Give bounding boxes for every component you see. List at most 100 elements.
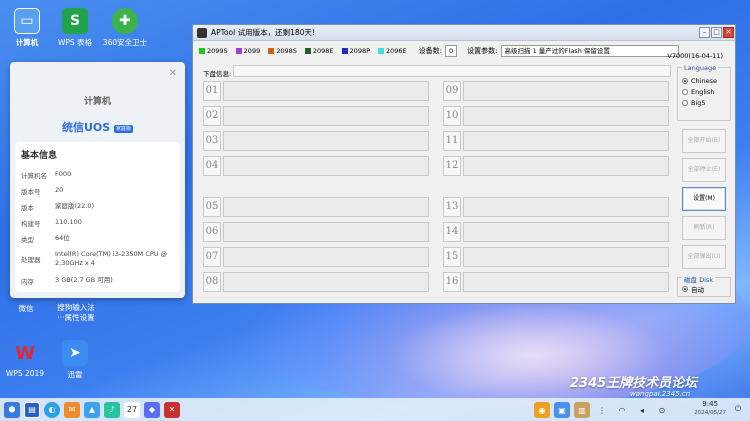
- wifi-icon[interactable]: ◠: [614, 402, 630, 418]
- legend-item: 2098S: [268, 47, 297, 55]
- desktop-icon-wps-sheets[interactable]: S WPS 表格: [50, 8, 100, 48]
- taskbar: ⬢ ▤ ◐ ✉ ▲ ♪ 27 ◆ ✕ ◉ ▣ ▥ ⋮ ◠ ◂ ⊙ 9:45 20…: [0, 398, 750, 421]
- disk-info-field: [233, 65, 671, 77]
- clock-date: 2024/05/27: [694, 410, 726, 416]
- desktop-icon-label: 360安全卫士: [102, 38, 148, 47]
- desktop-icon-computer[interactable]: ▭ 计算机: [2, 8, 52, 48]
- port-slot[interactable]: 12: [443, 156, 669, 176]
- device-count-field: 0: [445, 45, 458, 57]
- wps-w-icon: W: [15, 342, 35, 364]
- desktop-icon-360[interactable]: ✚ 360安全卫士: [100, 8, 150, 48]
- system-tray: ◉ ▣ ▥ ⋮ ◠ ◂ ⊙: [530, 402, 670, 418]
- legend-item: 2099S: [199, 47, 228, 55]
- volume-icon[interactable]: ◂: [634, 402, 650, 418]
- port-slot[interactable]: 06: [203, 222, 429, 242]
- desktop-icon-label: WPS 表格: [57, 38, 93, 47]
- grid-icon[interactable]: ⋮: [594, 402, 610, 418]
- port-slot[interactable]: 03: [203, 131, 429, 151]
- version-label: V7000(16-04-11): [667, 52, 723, 60]
- desktop-icon-wps2019[interactable]: W WPS 2019: [0, 340, 50, 379]
- desktop-icon-wechat[interactable]: 微信: [8, 303, 44, 314]
- port-slot[interactable]: 11: [443, 131, 669, 151]
- disk-info-label: 下盘信息:: [203, 70, 232, 78]
- app-store-icon[interactable]: ◆: [144, 401, 160, 418]
- music-icon[interactable]: ♪: [104, 401, 120, 418]
- tray-usb-icon[interactable]: ▥: [574, 402, 590, 418]
- port-slot[interactable]: 01: [203, 81, 429, 101]
- monitor-icon: ▭: [14, 8, 40, 34]
- settings-button[interactable]: 设置(M): [682, 187, 726, 211]
- info-row: 计算机名 F000: [21, 170, 72, 180]
- radio-big5[interactable]: Big5: [682, 99, 730, 107]
- port-slot[interactable]: 13: [443, 197, 669, 217]
- port-slot[interactable]: 09: [443, 81, 669, 101]
- photos-icon[interactable]: ▲: [84, 401, 100, 418]
- info-row: 类型 64位: [21, 234, 70, 244]
- launcher-icon[interactable]: ⬢: [4, 401, 20, 418]
- stop-all-button[interactable]: 全部停止(E): [682, 158, 726, 182]
- aptool-taskbar-icon[interactable]: ✕: [164, 401, 180, 418]
- browser-icon[interactable]: ◐: [44, 401, 60, 418]
- forum-watermark: 2345王牌技术员论坛 wangpai.2345.cn: [570, 372, 698, 398]
- legend-item: 2098E: [304, 47, 334, 55]
- port-slot[interactable]: 15: [443, 247, 669, 267]
- watermark-brand: 2345王牌技术员论坛: [570, 376, 698, 391]
- aptool-window: APTool 试用版本，还剩180天! – □ ✕ 2099S 2099 209…: [192, 24, 736, 304]
- notification-icon[interactable]: ⊙: [654, 402, 670, 418]
- port-slot[interactable]: 08: [203, 272, 429, 292]
- desktop-icon-thunder[interactable]: ➤ 迅雷: [50, 340, 100, 380]
- watermark-url: wangpai.2345.cn: [630, 390, 691, 398]
- tray-app-icon[interactable]: ◉: [534, 402, 550, 418]
- refresh-button[interactable]: 刷新(R): [682, 216, 726, 240]
- radio-auto[interactable]: 自动: [682, 284, 730, 294]
- uos-logo: 统信UOS 家庭版: [10, 119, 185, 135]
- disk-group-title: 磁盘 Disk: [682, 274, 716, 284]
- calendar-icon[interactable]: 27: [124, 401, 140, 418]
- radio-chinese[interactable]: Chinese: [682, 77, 730, 85]
- port-slot[interactable]: 10: [443, 106, 669, 126]
- port-slot[interactable]: 04: [203, 156, 429, 176]
- port-slot[interactable]: 16: [443, 272, 669, 292]
- radio-english[interactable]: English: [682, 88, 730, 96]
- legend-item: 2099: [235, 47, 260, 55]
- language-title: Language: [682, 64, 719, 72]
- start-all-button[interactable]: 全部开始(B): [682, 129, 726, 153]
- bird-icon: ➤: [62, 340, 88, 366]
- section-heading: 基本信息: [21, 151, 58, 161]
- window-title: APTool 试用版本，还剩180天!: [211, 28, 315, 37]
- wps-sheets-icon: S: [62, 8, 88, 34]
- sysinfo-title: 计算机: [83, 97, 111, 107]
- uos-logo-text: 统信UOS: [61, 121, 111, 134]
- basic-info-card: 基本信息 计算机名 F000 版本号 20 版本 家庭版(22.0) 构建号 110.1…: [15, 142, 180, 292]
- app-icon: [197, 27, 207, 38]
- clock-time: 9:45: [702, 400, 719, 408]
- maximize-button[interactable]: □: [711, 27, 722, 38]
- info-row: 版本 家庭版(22.0): [21, 202, 95, 212]
- power-icon[interactable]: ⏻: [730, 401, 746, 417]
- control-panel: Language Chinese English Big5 全部开始(B) 全部…: [677, 64, 731, 297]
- window-titlebar[interactable]: APTool 试用版本，还剩180天! – □ ✕: [193, 25, 735, 41]
- port-slot[interactable]: 07: [203, 247, 429, 267]
- device-count-label: 设备数:: [418, 47, 443, 55]
- port-slot[interactable]: 14: [443, 222, 669, 242]
- close-button[interactable]: ✕: [723, 27, 734, 38]
- port-slot[interactable]: 05: [203, 197, 429, 217]
- minimize-button[interactable]: –: [699, 27, 710, 38]
- info-row: 处理器 Intel(R) Core(TM) i3-2350M CPU @ 2.30…: [21, 250, 168, 267]
- mail-icon[interactable]: ✉: [64, 401, 80, 418]
- tray-file-icon[interactable]: ▣: [554, 402, 570, 418]
- info-row: 内存 3 GB(2.7 GB 可用): [21, 276, 113, 286]
- desktop-icon-sogou[interactable]: 搜狗输入法 ···属性设置: [50, 303, 102, 323]
- legend-item: 2096E: [378, 47, 407, 55]
- info-row: 构建号 110.100: [21, 218, 82, 228]
- chip-legend: 2099S 2099 2098S 2098E 2098P 2096E 设备数: …: [199, 45, 679, 57]
- close-icon[interactable]: ✕: [169, 68, 177, 79]
- param-field: 高级扫描 1 量产过的Flash 保留设置: [500, 45, 679, 57]
- desktop-icon-label: WPS 2019: [5, 369, 45, 378]
- port-slot[interactable]: 02: [203, 106, 429, 126]
- desktop-icon-label: 迅雷: [67, 370, 83, 379]
- shield-icon: ✚: [112, 8, 138, 34]
- file-manager-icon[interactable]: ▤: [24, 401, 40, 418]
- eject-all-button[interactable]: 全部弹出(U): [682, 245, 726, 269]
- taskbar-clock[interactable]: 9:45 2024/05/27: [694, 400, 726, 418]
